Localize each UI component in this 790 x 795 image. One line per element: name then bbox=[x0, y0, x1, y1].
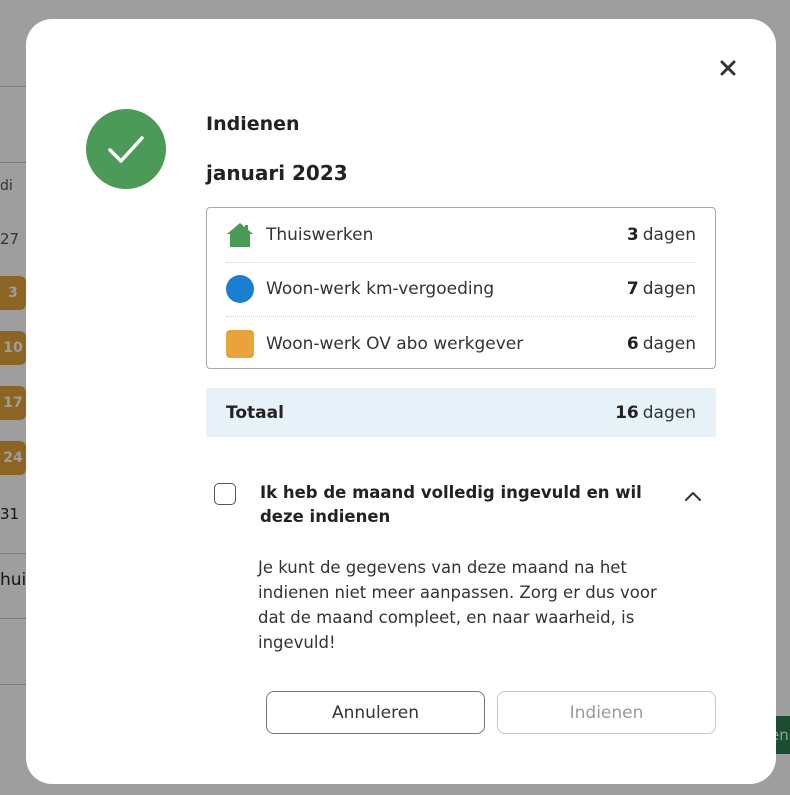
confirm-checkbox[interactable] bbox=[214, 483, 236, 505]
summary-row-label: Woon-werk km-vergoeding bbox=[266, 279, 495, 300]
summary-row-value: 7 dagen bbox=[626, 279, 696, 300]
checkmark-icon bbox=[108, 136, 144, 163]
summary-row-ov-abo: Woon-werk OV abo werkgever 6 dagen bbox=[226, 317, 696, 371]
summary-row-value: 3 dagen bbox=[626, 224, 696, 245]
chevron-up-icon[interactable] bbox=[682, 485, 704, 507]
summary-row-km-vergoeding: Woon-werk km-vergoeding 7 dagen bbox=[226, 263, 696, 317]
total-value: 16 dagen bbox=[615, 402, 696, 423]
close-icon bbox=[720, 60, 736, 76]
total-row: Totaal 16 dagen bbox=[206, 388, 716, 437]
orange-square-icon bbox=[226, 329, 254, 358]
submit-month-dialog: Indienen januari 2023 Thuiswerken 3 dagen… bbox=[26, 19, 776, 784]
check-circle-icon bbox=[86, 109, 166, 189]
house-icon bbox=[226, 221, 254, 249]
summary-row-label: Woon-werk OV abo werkgever bbox=[266, 333, 524, 354]
submit-warning-text: Je kunt de gegevens van deze maand na he… bbox=[258, 558, 657, 652]
summary-list: Thuiswerken 3 dagen Woon-werk km-vergoedi… bbox=[206, 207, 716, 369]
summary-row-value: 6 dagen bbox=[626, 333, 696, 354]
confirm-label[interactable]: Ik heb de maand volledig ingevuld en wil… bbox=[260, 481, 680, 529]
submit-button[interactable]: Indienen bbox=[497, 691, 716, 734]
total-label: Totaal bbox=[226, 402, 284, 423]
dialog-title: Indienen bbox=[206, 113, 300, 135]
month-label: januari 2023 bbox=[206, 161, 348, 185]
close-button[interactable] bbox=[716, 56, 740, 80]
blue-circle-icon bbox=[226, 275, 254, 304]
summary-row-label: Thuiswerken bbox=[266, 224, 374, 245]
cancel-button[interactable]: Annuleren bbox=[266, 691, 485, 734]
summary-row-thuiswerken: Thuiswerken 3 dagen bbox=[226, 208, 696, 263]
